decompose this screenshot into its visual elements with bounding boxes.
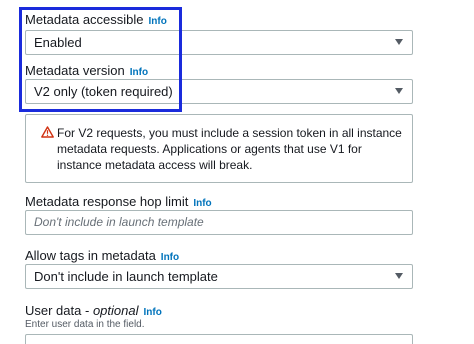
warning-triangle-icon [41, 126, 54, 138]
warning-alert: For V2 requests, you must include a sess… [25, 114, 413, 183]
allow-tags-label: Allow tags in metadata Info [25, 248, 179, 263]
user-data-label-separator: - [81, 303, 93, 318]
hop-limit-placeholder: Don't include in launch template [34, 215, 204, 229]
allow-tags-select[interactable]: Don't include in launch template [25, 264, 413, 289]
warning-message: For V2 requests, you must include a sess… [57, 126, 402, 172]
hop-limit-input[interactable]: Don't include in launch template [25, 210, 413, 235]
hop-limit-info-link[interactable]: Info [193, 198, 211, 209]
user-data-info-link[interactable]: Info [143, 307, 161, 318]
hop-limit-label: Metadata response hop limit Info [25, 194, 212, 209]
allow-tags-value: Don't include in launch template [34, 269, 218, 284]
user-data-hint: Enter user data in the field. [25, 319, 145, 330]
user-data-label-text: User data [25, 303, 82, 318]
highlight-frame [19, 7, 182, 112]
chevron-down-icon [395, 39, 403, 45]
hop-limit-label-text: Metadata response hop limit [25, 194, 189, 209]
chevron-down-icon [395, 273, 403, 279]
user-data-optional-tag: optional [92, 303, 139, 318]
chevron-down-icon [395, 88, 403, 94]
allow-tags-label-text: Allow tags in metadata [25, 248, 156, 263]
user-data-label: User data - optional Info [25, 303, 162, 318]
user-data-textarea[interactable] [25, 334, 413, 344]
allow-tags-info-link[interactable]: Info [161, 252, 179, 263]
